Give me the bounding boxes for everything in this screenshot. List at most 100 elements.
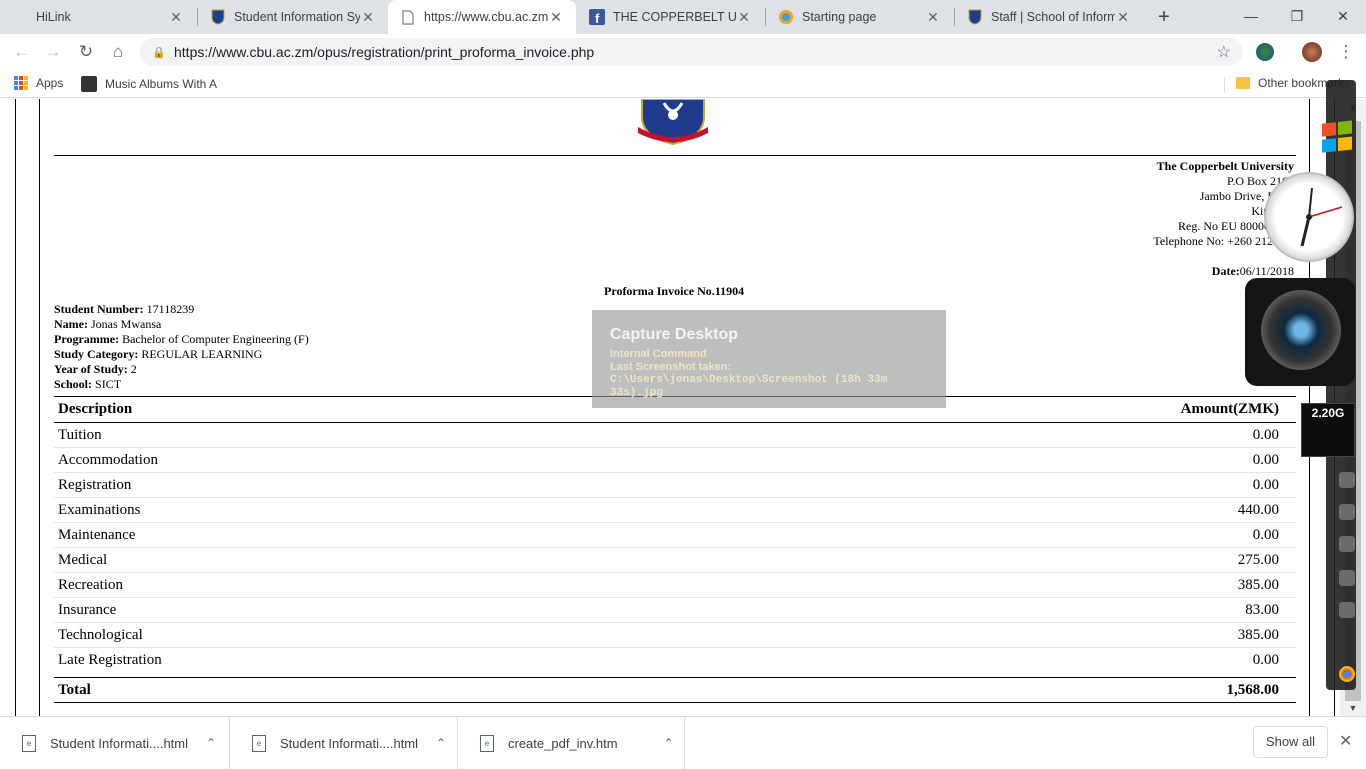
chevron-up-icon[interactable]: ⌃ bbox=[436, 736, 446, 750]
new-tab-button[interactable]: + bbox=[1153, 6, 1175, 28]
close-icon[interactable]: ✕ bbox=[1115, 9, 1131, 26]
menu-icon[interactable]: ⋮ bbox=[1334, 40, 1358, 64]
invoice-title: Proforma Invoice No.11904 bbox=[604, 284, 745, 298]
extension-icon[interactable] bbox=[1256, 43, 1274, 61]
table-row: Insurance 83.00 bbox=[54, 598, 1296, 623]
school-value: SICT bbox=[95, 377, 122, 391]
recycle-bin-icon[interactable] bbox=[1339, 472, 1355, 488]
reload-button[interactable]: ↻ bbox=[74, 40, 98, 64]
table-row: Accommodation 0.00 bbox=[54, 448, 1296, 473]
tab-staff-school[interactable]: Staff | School of Informa ✕ bbox=[955, 0, 1143, 34]
avatar[interactable] bbox=[1302, 42, 1322, 62]
close-icon[interactable]: ✕ bbox=[1339, 731, 1352, 751]
bookmark-star-icon[interactable]: ☆ bbox=[1217, 42, 1231, 62]
clock-gadget[interactable] bbox=[1264, 172, 1354, 262]
fee-description: Maintenance bbox=[58, 526, 136, 543]
forward-button[interactable]: → bbox=[41, 40, 65, 64]
lock-icon[interactable]: 🔒 bbox=[152, 46, 166, 59]
tab-strip: HiLink ✕ Student Information Sy ✕ https:… bbox=[0, 0, 1366, 34]
bookmarks-bar: Apps Music Albums With A Other bookmarks bbox=[0, 70, 1366, 98]
total-row: Total 1,568.00 bbox=[54, 677, 1296, 703]
tab-student-information[interactable]: Student Information Sy ✕ bbox=[198, 0, 388, 34]
fee-description: Registration bbox=[58, 476, 132, 493]
header-rule bbox=[54, 155, 1296, 156]
fee-amount: 83.00 bbox=[1245, 601, 1279, 618]
gadget-icon[interactable] bbox=[1339, 536, 1355, 552]
window-close-button[interactable]: ✕ bbox=[1320, 4, 1366, 28]
tab-title: THE COPPERBELT UNIV bbox=[613, 10, 736, 24]
fee-amount: 385.00 bbox=[1237, 626, 1279, 643]
browser-toolbar: ← → ↻ ⌂ 🔒 https://www.cbu.ac.zm/opus/reg… bbox=[0, 34, 1366, 70]
back-button[interactable]: ← bbox=[10, 40, 34, 64]
student-name: Jonas Mwansa bbox=[90, 317, 162, 331]
apps-grid-icon bbox=[14, 76, 28, 90]
table-row: Registration 0.00 bbox=[54, 473, 1296, 498]
cpu-speed: 2.20G bbox=[1311, 406, 1345, 420]
year-value: 2 bbox=[130, 362, 137, 376]
download-filename: Student Informati....html bbox=[280, 735, 419, 751]
address-bar[interactable]: 🔒 https://www.cbu.ac.zm/opus/registratio… bbox=[140, 38, 1243, 66]
total-amount: 1,568.00 bbox=[1226, 681, 1280, 698]
tab-facebook[interactable]: f THE COPPERBELT UNIV ✕ bbox=[577, 0, 764, 34]
show-all-button[interactable]: Show all bbox=[1253, 726, 1328, 758]
capture-line: Last Screenshot taken: bbox=[610, 361, 732, 373]
home-button[interactable]: ⌂ bbox=[106, 40, 130, 64]
close-icon[interactable]: ✕ bbox=[360, 9, 376, 26]
download-item[interactable]: e Student Informati....html ⌃ bbox=[230, 717, 458, 769]
tab-starting-page[interactable]: Starting page ✕ bbox=[766, 0, 953, 34]
cpu-meter-gadget[interactable]: 2.20G bbox=[1301, 403, 1355, 457]
chevron-up-icon[interactable]: ⌃ bbox=[206, 736, 216, 750]
download-filename: Student Informati....html bbox=[50, 735, 189, 751]
gadget-icon[interactable] bbox=[1339, 602, 1355, 618]
gadget-icon[interactable] bbox=[1339, 570, 1355, 586]
fee-amount: 0.00 bbox=[1252, 526, 1279, 543]
bookmark-apps[interactable]: Apps bbox=[14, 76, 63, 90]
file-icon: e bbox=[480, 734, 494, 752]
fees-table: Description Amount(ZMK) Tuition 0.00 Acco… bbox=[54, 396, 1296, 703]
fee-description: Medical bbox=[58, 551, 108, 568]
close-icon[interactable]: ✕ bbox=[548, 9, 564, 26]
bookmark-label: Music Albums With A bbox=[105, 77, 218, 91]
table-row: Medical 275.00 bbox=[54, 548, 1296, 573]
table-row: Late Registration 0.00 bbox=[54, 648, 1296, 673]
download-item[interactable]: e Student Informati....html ⌃ bbox=[0, 717, 230, 769]
fee-amount: 0.00 bbox=[1252, 451, 1279, 468]
capture-title: Capture Desktop bbox=[610, 326, 739, 343]
programme-label: Programme: bbox=[54, 332, 120, 346]
tab-hilink[interactable]: HiLink ✕ bbox=[0, 0, 196, 34]
windows-logo-icon[interactable] bbox=[1322, 120, 1354, 153]
download-bar: e Student Informati....html ⌃ e Student … bbox=[0, 716, 1366, 769]
close-icon[interactable]: ✕ bbox=[168, 9, 184, 26]
close-icon[interactable]: ✕ bbox=[925, 9, 941, 26]
bookmark-divider bbox=[1224, 77, 1225, 93]
close-icon[interactable]: ✕ bbox=[736, 9, 752, 26]
scroll-down-arrow-icon[interactable]: ▼ bbox=[1340, 700, 1366, 716]
fee-description: Late Registration bbox=[58, 652, 162, 668]
fee-amount: 0.00 bbox=[1252, 652, 1279, 668]
gadget-icon[interactable] bbox=[1339, 504, 1355, 520]
minimize-button[interactable]: — bbox=[1228, 4, 1274, 28]
fee-amount: 440.00 bbox=[1237, 501, 1279, 518]
chevron-up-icon[interactable]: ⌃ bbox=[664, 736, 674, 750]
student-number-label: Student Number: bbox=[54, 302, 144, 316]
tab-title: Staff | School of Informa bbox=[991, 10, 1115, 24]
download-item[interactable]: e create_pdf_inv.htm ⌃ bbox=[458, 717, 685, 769]
student-details: Student Number: 17118239 Name: Jonas Mwa… bbox=[54, 302, 309, 392]
folder-icon bbox=[1236, 77, 1250, 89]
page-border-left bbox=[15, 99, 16, 716]
fee-description: Tuition bbox=[58, 426, 102, 443]
table-row: Recreation 385.00 bbox=[54, 573, 1296, 598]
tab-cbu-invoice[interactable]: https://www.cbu.ac.zm/ ✕ bbox=[388, 0, 576, 34]
study-category-value: REGULAR LEARNING bbox=[141, 347, 263, 361]
bookmark-label: Apps bbox=[36, 76, 64, 90]
bookmark-music[interactable]: Music Albums With A bbox=[81, 76, 217, 92]
startpage-icon bbox=[778, 9, 794, 25]
file-icon: e bbox=[22, 734, 36, 752]
camera-gadget[interactable] bbox=[1245, 278, 1355, 386]
column-header-amount: Amount(ZMK) bbox=[1180, 401, 1279, 417]
study-category-label: Study Category: bbox=[54, 347, 139, 361]
fee-description: Recreation bbox=[58, 576, 123, 593]
chrome-icon[interactable] bbox=[1339, 666, 1355, 682]
university-crest-logo bbox=[638, 99, 708, 145]
restore-button[interactable]: ❐ bbox=[1274, 4, 1320, 28]
